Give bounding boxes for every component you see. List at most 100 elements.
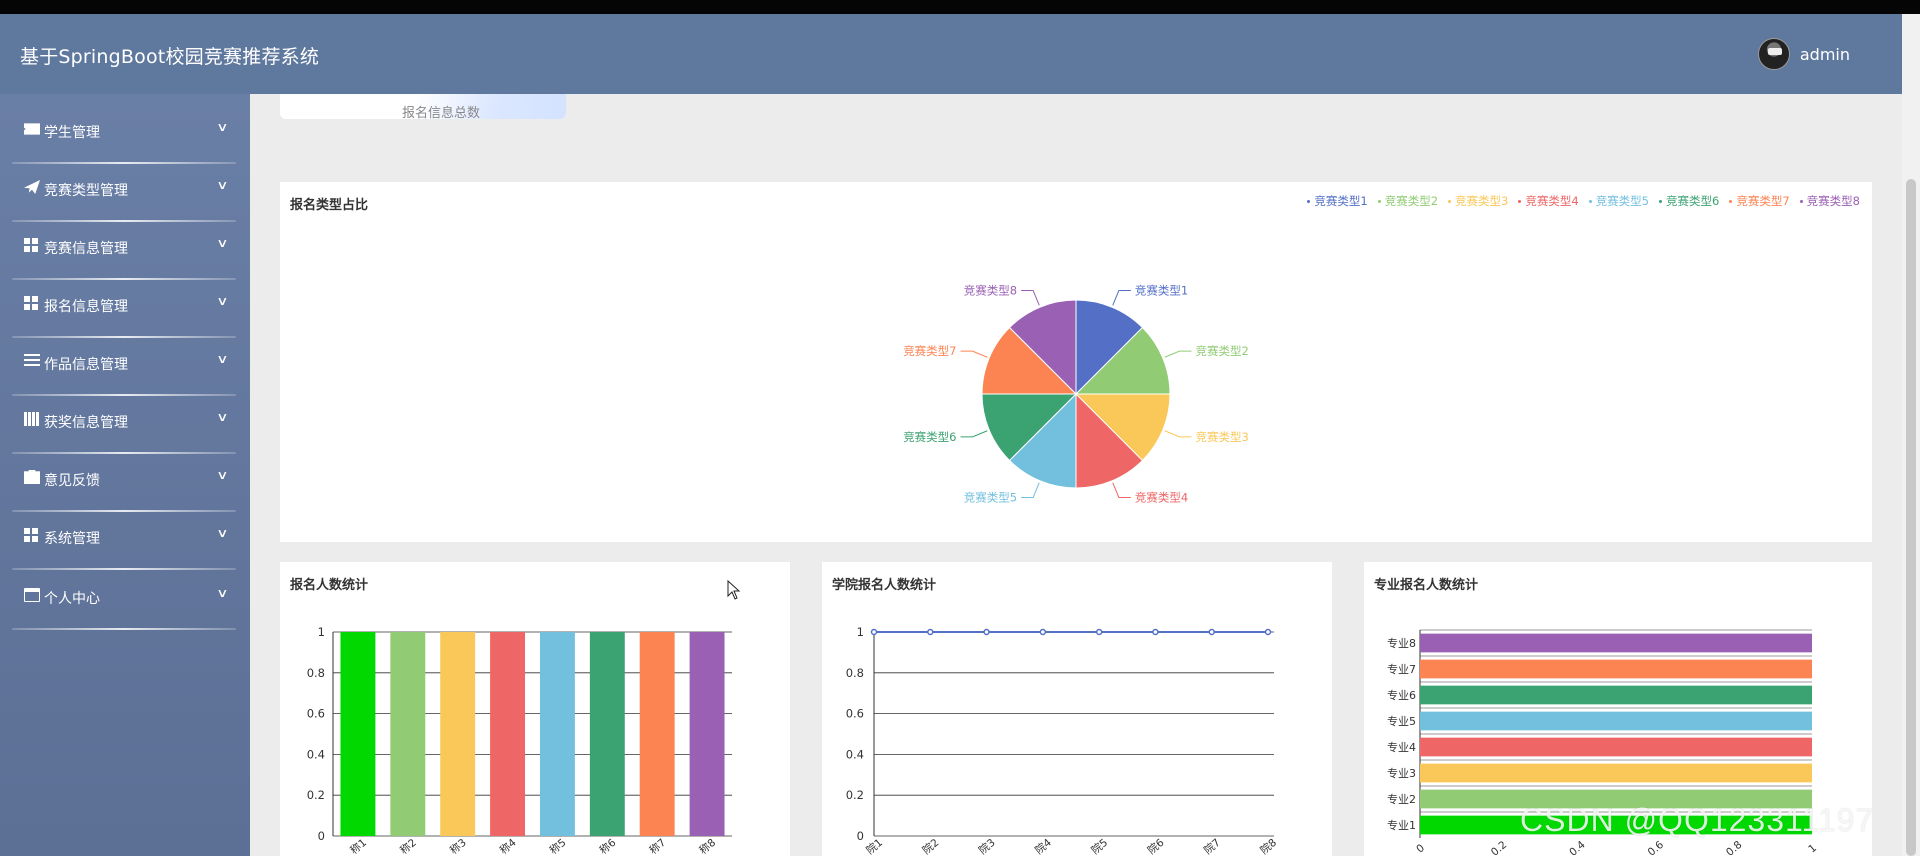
y-tick-label: 专业3 — [1387, 766, 1416, 780]
pie-label-line — [960, 430, 988, 438]
menu-divider — [12, 568, 236, 570]
pie-label: 竞赛类型6 — [903, 430, 956, 444]
app-header: 基于SpringBoot校园竞赛推荐系统 admin — [0, 14, 1902, 94]
bar — [539, 632, 575, 836]
line-chart-panel: 学院报名人数统计 0 0.2 0.4 0.6 0.8 1 院1 院2 院3 院4 院5 院6 院7 院8 — [822, 562, 1332, 856]
sidebar-item-profile[interactable]: 个人中心 ∨ — [0, 572, 250, 630]
x-tick-label: 院3 — [976, 836, 998, 856]
watermark: CSDN @QQ123311197 — [1520, 802, 1875, 838]
sidebar-item-competition-types[interactable]: 竞赛类型管理 ∨ — [0, 164, 250, 222]
scrollbar-thumb[interactable] — [1906, 179, 1916, 856]
x-tick-label: 院2 — [920, 836, 942, 856]
y-tick-label: 专业1 — [1387, 818, 1416, 832]
sidebar: 学生管理 ∨ 竞赛类型管理 ∨ 竞赛信息管理 ∨ 报名信息管理 ∨ 作品信息管理… — [0, 94, 250, 856]
bar-chart: 0 0.2 0.4 0.6 0.8 1 称1 称2 称3 称4 称5 称6 称7 称8 — [307, 625, 732, 856]
bar — [639, 632, 675, 836]
y-tick-label: 0 — [857, 829, 864, 843]
id-card-icon — [24, 588, 40, 602]
y-tick-label: 1 — [318, 625, 325, 639]
x-tick-label: 称8 — [697, 836, 719, 856]
sidebar-item-awards[interactable]: 获奖信息管理 ∨ — [0, 396, 250, 454]
y-tick-label: 0.6 — [846, 707, 864, 721]
bar — [1420, 711, 1812, 731]
pie-label: 竞赛类型3 — [1195, 430, 1248, 444]
x-tick-label: 0.2 — [1489, 839, 1510, 856]
y-tick-label: 0.2 — [307, 788, 325, 802]
clipboard-icon — [24, 470, 40, 484]
pie-label-line — [1021, 482, 1040, 498]
sidebar-item-label: 作品信息管理 — [44, 357, 128, 373]
avatar[interactable] — [1757, 38, 1790, 70]
sidebar-item-label: 个人中心 — [44, 591, 100, 607]
y-tick-label: 专业2 — [1387, 792, 1416, 806]
y-tick-label: 0.6 — [307, 707, 325, 721]
y-tick-label: 0.8 — [846, 666, 864, 680]
x-tick-label: 称5 — [547, 836, 569, 856]
y-tick-label: 专业7 — [1387, 662, 1416, 676]
username-label[interactable]: admin — [1800, 45, 1850, 64]
sidebar-item-label: 竞赛类型管理 — [44, 183, 128, 199]
sidebar-item-label: 意见反馈 — [44, 473, 100, 489]
sidebar-item-registrations[interactable]: 报名信息管理 ∨ — [0, 280, 250, 338]
chevron-down-icon: ∨ — [216, 526, 229, 540]
sidebar-item-label: 获奖信息管理 — [44, 415, 128, 431]
pie-label-line — [1164, 350, 1192, 358]
grid-icon — [24, 528, 40, 542]
sidebar-item-works[interactable]: 作品信息管理 ∨ — [0, 338, 250, 396]
sidebar-item-system[interactable]: 系统管理 ∨ — [0, 512, 250, 570]
mouse-cursor-icon — [727, 580, 741, 600]
pie-label: 竞赛类型2 — [1195, 344, 1248, 358]
x-tick-label: 称6 — [597, 836, 619, 856]
sidebar-item-students[interactable]: 学生管理 ∨ — [0, 106, 250, 164]
x-tick-label: 称3 — [447, 836, 469, 856]
chevron-down-icon: ∨ — [216, 178, 229, 192]
bar — [1420, 763, 1812, 783]
line-point — [1152, 628, 1159, 636]
bar — [1420, 685, 1812, 705]
x-tick-label: 称7 — [647, 836, 669, 856]
pie-chart: 竞赛类型1 竞赛类型2 竞赛类型3 竞赛类型4 竞赛类型5 竞赛类型6 竞赛类型7 竞赛类型8 — [903, 284, 1249, 505]
grid-icon — [24, 238, 40, 252]
y-tick-label: 专业6 — [1387, 688, 1416, 702]
sidebar-item-feedback[interactable]: 意见反馈 ∨ — [0, 454, 250, 512]
x-tick-label: 称1 — [347, 836, 369, 856]
line-point — [1264, 628, 1272, 636]
line-point — [1208, 628, 1215, 636]
x-tick-label: 院6 — [1145, 836, 1167, 856]
bar — [490, 632, 526, 836]
stat-card-registrations: 报名信息总数 — [280, 94, 566, 119]
pie-label: 竞赛类型8 — [964, 284, 1017, 298]
sidebar-item-competition-info[interactable]: 竞赛信息管理 ∨ — [0, 222, 250, 280]
line-point — [927, 628, 934, 636]
sliders-icon — [24, 354, 40, 368]
app-title: 基于SpringBoot校园竞赛推荐系统 — [20, 46, 320, 68]
x-tick-label: 称2 — [397, 836, 419, 856]
x-tick-label: 院1 — [864, 836, 886, 856]
x-tick-label: 院5 — [1089, 836, 1111, 856]
stat-card-label: 报名信息总数 — [402, 106, 481, 119]
x-tick-label: 0 — [1414, 842, 1427, 855]
y-tick-label: 0.4 — [307, 747, 325, 761]
y-tick-label: 0.8 — [307, 666, 325, 680]
page-scrollbar[interactable] — [1902, 14, 1920, 856]
menu-divider — [12, 628, 236, 630]
chevron-down-icon: ∨ — [216, 294, 229, 308]
books-icon — [24, 412, 40, 426]
chevron-down-icon: ∨ — [216, 352, 229, 366]
x-tick-label: 院4 — [1032, 836, 1054, 856]
pie-label: 竞赛类型5 — [964, 490, 1017, 504]
line-chart: 0 0.2 0.4 0.6 0.8 1 院1 院2 院3 院4 院5 院6 院7 院8 — [846, 625, 1279, 856]
chevron-down-icon: ∨ — [216, 120, 229, 134]
line-point — [1095, 628, 1103, 636]
main-content: 报名信息总数 报名类型占比 竞赛类型1 竞赛类型2 竞赛类型3 竞赛类型4 竞赛类型5 竞… — [250, 94, 1902, 856]
line-point — [1039, 628, 1047, 636]
x-tick-label: 0.6 — [1646, 839, 1667, 856]
pie-label-line — [1112, 290, 1131, 306]
grid-icon — [24, 296, 40, 310]
pie-label-line — [1112, 482, 1131, 498]
y-tick-label: 专业8 — [1387, 636, 1416, 650]
bar — [589, 632, 625, 836]
paper-plane-icon — [24, 180, 40, 194]
chevron-down-icon: ∨ — [216, 236, 229, 250]
user-menu[interactable]: admin — [1757, 38, 1850, 70]
